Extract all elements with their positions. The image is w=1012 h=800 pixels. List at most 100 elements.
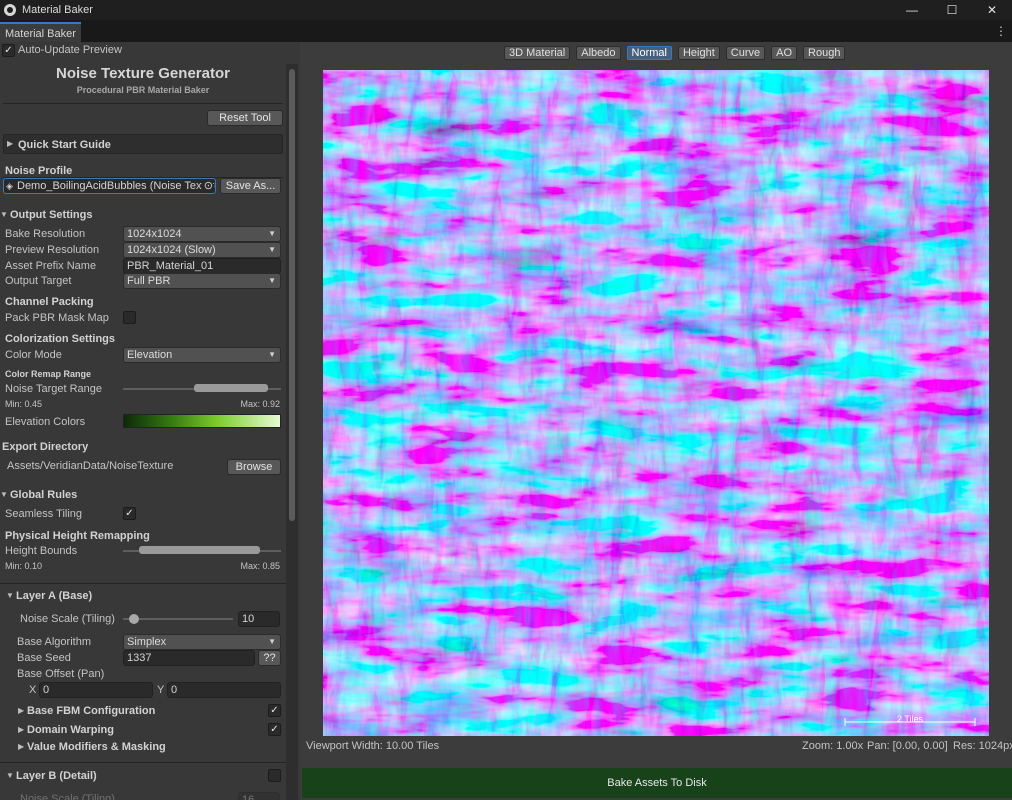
offset-x-label: X [29, 684, 37, 696]
elevation-gradient-swatch[interactable] [123, 414, 281, 428]
bake-resolution-dropdown[interactable]: 1024x1024 ▼ [123, 226, 281, 242]
base-algorithm-dropdown[interactable]: Simplex ▼ [123, 634, 281, 650]
pack-mask-label: Pack PBR Mask Map [5, 312, 109, 324]
viewport-width-text: Viewport Width: 10.00 Tiles [306, 740, 440, 752]
browse-button[interactable]: Browse [227, 459, 281, 475]
domain-warping-checkbox[interactable]: ✓ [268, 723, 281, 736]
noise-target-label: Noise Target Range [5, 383, 103, 395]
base-offset-label: Base Offset (Pan) [17, 668, 105, 680]
noise-profile-field[interactable]: ◈ Demo_BoilingAcidBubbles (Noise Texture… [3, 178, 216, 194]
auto-update-label: Auto-Update Preview [18, 44, 122, 56]
normal-map-preview[interactable]: 2 Tiles [323, 70, 989, 736]
close-button[interactable]: ✕ [972, 0, 1012, 20]
layer-b-header[interactable]: Layer B (Detail) [16, 769, 97, 783]
chevron-down-icon: ▼ [268, 245, 276, 254]
triangle-down-icon: ▼ [0, 210, 8, 219]
settings-panel: ✓ Auto-Update Preview Noise Texture Gene… [0, 42, 298, 800]
fbm-config-foldout[interactable]: Base FBM Configuration [27, 704, 155, 718]
offset-y-label: Y [157, 684, 165, 696]
editor-tabstrip: Material Baker ⋮ [0, 20, 1012, 42]
app-icon [4, 4, 16, 16]
chevron-down-icon: ▼ [268, 637, 276, 646]
layer-b-checkbox[interactable] [268, 769, 281, 782]
chevron-down-icon: ▼ [268, 276, 276, 285]
window-titlebar: Material Baker — ☐ ✕ [0, 0, 1012, 20]
chevron-down-icon: ▼ [268, 350, 276, 359]
scrollbar-thumb[interactable] [289, 69, 295, 521]
object-picker-icon[interactable]: ⊙ [201, 179, 213, 193]
height-bounds-range[interactable] [139, 546, 260, 554]
preview-panel: 3D Material Albedo Normal Height Curve AO Roug… [300, 42, 1012, 800]
physical-height-header: Physical Height Remapping [5, 530, 150, 542]
panel-scrollbar[interactable] [286, 64, 298, 800]
view-tab-ao[interactable]: AO [771, 46, 798, 60]
divider [0, 583, 286, 584]
color-remap-header: Color Remap Range [5, 369, 92, 379]
divider [0, 762, 286, 763]
export-directory-header: Export Directory [2, 441, 89, 453]
reset-tool-button[interactable]: Reset Tool [207, 110, 283, 126]
triangle-right-icon: ▶ [18, 742, 25, 751]
output-target-label: Output Target [5, 275, 72, 287]
tab-material-baker[interactable]: Material Baker [0, 22, 81, 42]
noise-profile-value: Demo_BoilingAcidBubbles (Noise Texture [17, 180, 216, 192]
layer-a-noise-scale-input[interactable]: 10 [238, 611, 280, 627]
maximize-button[interactable]: ☐ [932, 0, 972, 20]
bake-resolution-label: Bake Resolution [5, 228, 86, 240]
triangle-right-icon: ▶ [18, 725, 25, 734]
offset-y-input[interactable]: 0 [167, 682, 281, 698]
bake-assets-button[interactable]: Bake Assets To Disk [302, 768, 1012, 798]
view-tab-albedo[interactable]: Albedo [576, 46, 621, 60]
preview-resolution-dropdown[interactable]: 1024x1024 (Slow) ▼ [123, 242, 281, 258]
triangle-down-icon: ▼ [6, 591, 14, 600]
triangle-down-icon: ▼ [6, 771, 14, 780]
noise-target-range[interactable] [194, 384, 268, 392]
layer-a-header[interactable]: Layer A (Base) [16, 589, 92, 603]
chevron-down-icon: ▼ [268, 229, 276, 238]
domain-warping-foldout[interactable]: Domain Warping [27, 723, 114, 737]
layer-a-noise-scale-slider[interactable] [123, 618, 233, 620]
noise-target-min: Min: 0.45 [5, 399, 43, 409]
global-rules-header[interactable]: Global Rules [10, 488, 77, 502]
color-mode-label: Color Mode [5, 349, 62, 361]
color-mode-dropdown[interactable]: Elevation ▼ [123, 347, 281, 363]
triangle-right-icon: ▶ [7, 139, 14, 148]
auto-update-checkbox[interactable]: ✓ [2, 44, 15, 57]
normal-map-texture [323, 70, 989, 736]
asset-prefix-input[interactable]: PBR_Material_01 [123, 258, 281, 274]
seamless-tiling-label: Seamless Tiling [5, 508, 83, 520]
fbm-config-checkbox[interactable]: ✓ [268, 704, 281, 717]
pack-mask-checkbox[interactable] [123, 311, 136, 324]
value-modifiers-foldout[interactable]: Value Modifiers & Masking [27, 740, 166, 754]
window-title: Material Baker [22, 4, 93, 16]
save-as-button[interactable]: Save As... [220, 178, 281, 194]
noise-target-max: Max: 0.92 [240, 399, 280, 409]
quick-start-foldout[interactable]: ▶ Quick Start Guide [3, 134, 283, 154]
layer-b-noise-scale-input[interactable]: 16 [238, 792, 280, 800]
view-tab-normal[interactable]: Normal [626, 46, 672, 60]
pan-text: Pan: [0.00, 0.00] [867, 740, 948, 752]
page-subtitle: Procedural PBR Material Baker [76, 85, 210, 95]
page-title: Noise Texture Generator [56, 65, 230, 82]
noise-profile-label: Noise Profile [5, 165, 73, 177]
output-settings-header[interactable]: Output Settings [10, 208, 93, 222]
base-seed-input[interactable]: 1337 [123, 650, 255, 666]
view-tab-3d-material[interactable]: 3D Material [504, 46, 571, 60]
quick-start-label: Quick Start Guide [18, 139, 111, 151]
view-mode-tabs: 3D Material Albedo Normal Height Curve AO Roug… [504, 46, 851, 62]
scale-bar-label: 2 Tiles [897, 714, 924, 724]
random-seed-button[interactable]: ?? [258, 650, 281, 666]
elevation-colors-label: Elevation Colors [5, 416, 86, 428]
view-tab-curve[interactable]: Curve [725, 46, 766, 60]
view-tab-rough[interactable]: Rough [803, 46, 846, 60]
output-target-dropdown[interactable]: Full PBR ▼ [123, 273, 281, 289]
layer-a-noise-scale-thumb[interactable] [129, 614, 139, 624]
view-tab-height[interactable]: Height [677, 46, 720, 60]
offset-x-input[interactable]: 0 [39, 682, 153, 698]
base-algorithm-label: Base Algorithm [17, 636, 91, 648]
base-seed-label: Base Seed [17, 652, 71, 664]
minimize-button[interactable]: — [892, 0, 932, 20]
triangle-down-icon: ▼ [0, 490, 8, 499]
tab-menu-icon[interactable]: ⋮ [995, 24, 1007, 38]
seamless-tiling-checkbox[interactable]: ✓ [123, 507, 136, 520]
